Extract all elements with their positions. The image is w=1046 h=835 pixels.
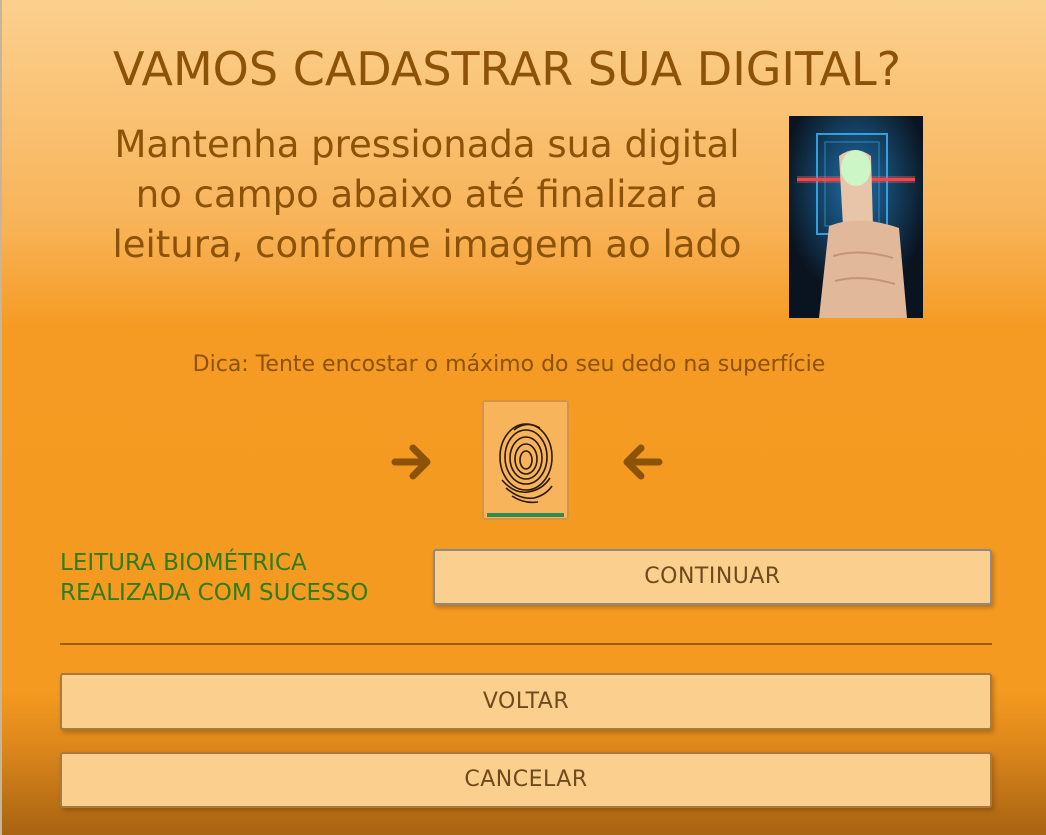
fingerprint-icon xyxy=(499,423,553,504)
fingerprint-sensor[interactable] xyxy=(482,400,569,520)
thumb-scan-illustration xyxy=(789,116,923,318)
divider xyxy=(60,643,992,645)
back-button[interactable]: VOLTAR xyxy=(60,673,992,730)
arrow-left-icon xyxy=(619,440,663,484)
arrow-right-icon xyxy=(391,440,435,484)
instruction-text: Mantenha pressionada sua digital no camp… xyxy=(112,123,742,266)
page-title: VAMOS CADASTRAR SUA DIGITAL? xyxy=(112,42,902,96)
cancel-button[interactable]: CANCELAR xyxy=(60,752,992,808)
continue-button[interactable]: CONTINUAR xyxy=(433,549,992,605)
scan-progress-bar xyxy=(487,513,564,517)
thumb-scan-image xyxy=(789,116,923,318)
tip-text: Dica: Tente encostar o máximo do seu ded… xyxy=(192,352,826,377)
status-message: LEITURA BIOMÉTRICA REALIZADA COM SUCESSO xyxy=(60,550,369,606)
